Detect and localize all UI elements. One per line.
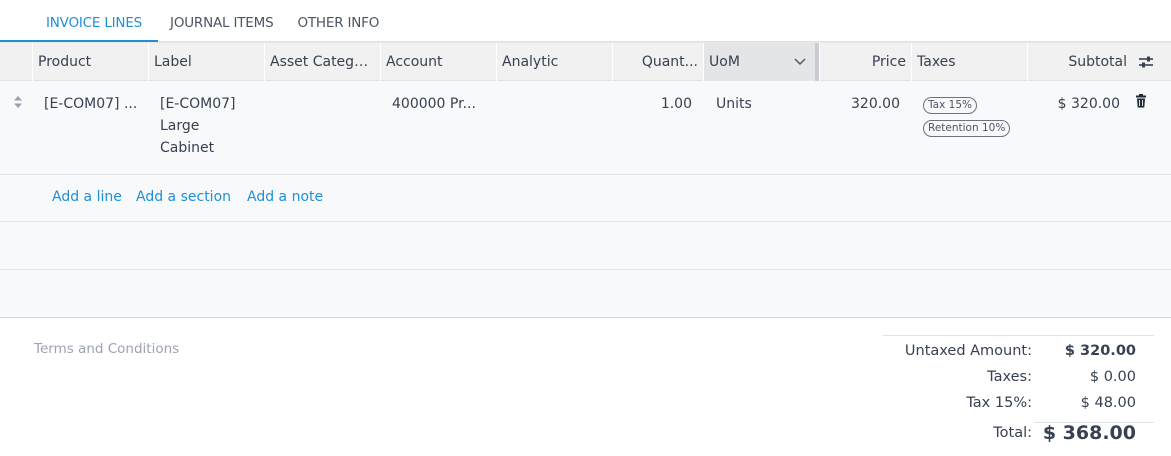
totals-row-untaxed: Untaxed Amount: $ 320.00 — [883, 343, 1154, 367]
tab-invoice-lines[interactable]: INVOICE LINES — [0, 0, 159, 42]
terms-and-conditions-field[interactable]: Terms and Conditions — [34, 341, 179, 357]
total-value: $ 368.00 — [1042, 422, 1136, 444]
tab-other-info[interactable]: OTHER INFO — [285, 0, 391, 42]
totals-row-taxes: Taxes: $ 0.00 — [883, 369, 1154, 393]
taxes-value: $ 0.00 — [1089, 369, 1136, 385]
notebook-tabs: INVOICE LINES JOURNAL ITEMS OTHER INFO — [0, 0, 400, 42]
column-header-quantity[interactable]: Quant... — [612, 43, 703, 81]
cell-account[interactable]: 400000 Pr... — [392, 81, 476, 115]
tax-badge: Retention 10% — [923, 120, 1011, 137]
column-header-label[interactable]: Label — [148, 43, 264, 81]
column-header-taxes[interactable]: Taxes — [911, 43, 1027, 81]
optional-columns-icon[interactable] — [1137, 54, 1155, 70]
tax-badge: Tax 15% — [923, 97, 977, 114]
empty-row — [0, 222, 1171, 270]
cell-quantity[interactable]: 1.00 — [612, 81, 692, 115]
tax15-label: Tax 15%: — [966, 395, 1032, 411]
column-header-subtotal[interactable]: Subtotal — [1027, 43, 1132, 81]
drag-handle-icon[interactable] — [12, 95, 24, 109]
empty-row — [0, 270, 1171, 318]
tab-journal-items[interactable]: JOURNAL ITEMS — [158, 0, 285, 42]
cell-label[interactable]: [E-COM07] Large Cabinet — [160, 81, 236, 159]
add-section-link[interactable]: Add a section — [136, 189, 231, 205]
cell-subtotal: $ 320.00 — [1057, 96, 1120, 112]
column-header-price[interactable]: Price — [819, 43, 911, 81]
label-line: Large — [160, 118, 200, 134]
column-header-analytic[interactable]: Analytic — [496, 43, 612, 81]
add-note-link[interactable]: Add a note — [247, 189, 323, 205]
untaxed-amount-label: Untaxed Amount: — [904, 343, 1032, 359]
untaxed-amount-value: $ 320.00 — [1064, 343, 1136, 359]
cell-uom[interactable]: Units — [716, 81, 752, 115]
table-row[interactable]: [E-COM07] ... [E-COM07] Large Cabinet 40… — [0, 81, 1171, 175]
column-header-asset-category[interactable]: Asset Catego... — [264, 43, 380, 81]
tax15-value: $ 48.00 — [1080, 395, 1136, 411]
trash-icon[interactable] — [1135, 94, 1147, 108]
label-line: [E-COM07] — [160, 96, 236, 112]
add-line-link[interactable]: Add a line — [52, 189, 122, 205]
invoice-lines-header: Product Label Asset Catego... Account An… — [0, 42, 1171, 81]
cell-taxes[interactable]: Tax 15% Retention 10% — [923, 81, 1011, 137]
add-actions-row: Add a line Add a section Add a note — [0, 175, 1171, 222]
cell-price[interactable]: 320.00 — [820, 81, 900, 115]
totals-summary: Untaxed Amount: $ 320.00 Taxes: $ 0.00 T… — [883, 335, 1154, 444]
totals-row-tax15: Tax 15%: $ 48.00 — [883, 395, 1154, 419]
chevron-down-icon[interactable] — [793, 54, 807, 68]
taxes-label: Taxes: — [987, 369, 1032, 385]
column-header-product[interactable]: Product — [32, 43, 148, 81]
label-line: Cabinet — [160, 140, 215, 156]
cell-product[interactable]: [E-COM07] ... — [44, 81, 137, 115]
column-header-account[interactable]: Account — [380, 43, 496, 81]
totals-row-total: Total: $ 368.00 — [883, 422, 1154, 452]
total-label: Total: — [993, 425, 1032, 441]
